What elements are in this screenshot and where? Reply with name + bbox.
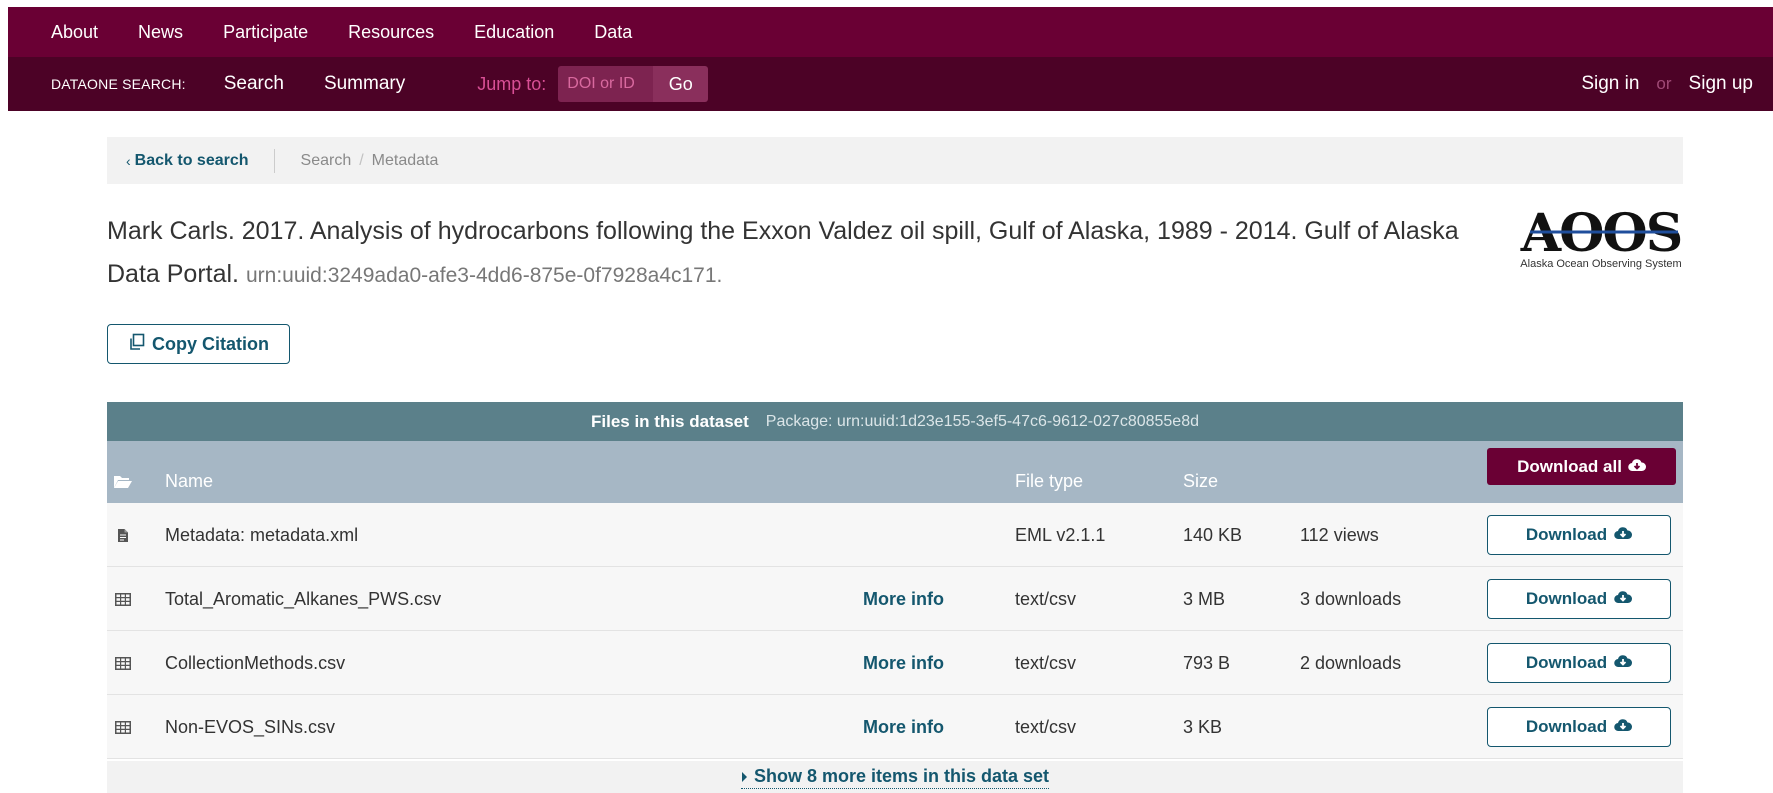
download-cell: Download [1487, 503, 1671, 567]
cloud-download-icon [1614, 717, 1633, 737]
cloud-download-icon [1628, 457, 1646, 477]
summary-link[interactable]: Summary [324, 73, 405, 95]
download-label: Download [1525, 717, 1608, 736]
file-size: 3 KB [1183, 716, 1223, 737]
column-size: Size [1183, 471, 1219, 491]
nav-resources[interactable]: Resources [348, 22, 434, 43]
dataone-search-label: DATAONE SEARCH: [51, 76, 186, 92]
breadcrumb-divider [273, 148, 275, 173]
table-row: Total_Aromatic_Alkanes_PWS.csv More info… [107, 567, 1683, 631]
column-file-type: File type [1015, 471, 1084, 491]
dataset-citation: Mark Carls. 2017. Analysis of hydrocarbo… [107, 210, 1507, 297]
file-stat: 112 views [1300, 524, 1379, 545]
more-info-link[interactable]: More info [863, 567, 944, 631]
download-button[interactable]: Download [1487, 707, 1671, 747]
nav-news[interactable]: News [138, 22, 183, 43]
auth-links: Sign in or Sign up [1581, 57, 1753, 111]
or-separator: or [1656, 74, 1672, 93]
copy-citation-button[interactable]: Copy Citation [107, 324, 290, 364]
download-cell: Download [1487, 695, 1671, 759]
table-row: Metadata: metadata.xml EML v2.1.1 140 KB… [107, 503, 1683, 567]
file-name: CollectionMethods.csv [165, 652, 346, 673]
logo-subtitle: Alaska Ocean Observing System [1520, 258, 1681, 270]
search-link[interactable]: Search [224, 73, 284, 95]
file-type: text/csv [1015, 652, 1077, 673]
more-info-link[interactable]: More info [863, 695, 944, 759]
file-name: Metadata: metadata.xml [165, 524, 359, 545]
breadcrumb-metadata: Metadata [371, 151, 439, 169]
show-more-link[interactable]: Show 8 more items in this data set [740, 765, 1050, 789]
file-stat: 3 downloads [1300, 588, 1402, 609]
citation-identifier: urn:uuid:3249ada0-afe3-4dd6-875e-0f7928a… [245, 264, 723, 287]
download-cell: Download [1487, 631, 1671, 695]
file-size: 140 KB [1183, 524, 1243, 545]
table-icon [113, 695, 133, 759]
download-label: Download [1525, 589, 1608, 608]
column-name: Name [165, 471, 214, 491]
document-icon [113, 503, 133, 567]
nav-data[interactable]: Data [594, 22, 632, 43]
chevron-left-icon: ‹ [126, 152, 131, 169]
back-to-search-link[interactable]: ‹ Back to search [126, 152, 249, 170]
package-identifier: Package: urn:uuid:1d23e155-3ef5-47c6-961… [765, 412, 1199, 430]
back-to-search-label: Back to search [134, 151, 249, 169]
jump-to-input[interactable] [558, 66, 654, 102]
show-more-bar: Show 8 more items in this data set [107, 761, 1683, 793]
table-icon [113, 567, 133, 631]
file-size: 793 B [1183, 652, 1231, 673]
file-name: Total_Aromatic_Alkanes_PWS.csv [165, 588, 442, 609]
show-more-label: Show 8 more items in this data set [753, 765, 1050, 786]
logo-mark: AOOS [1520, 205, 1682, 264]
file-type: text/csv [1015, 716, 1077, 737]
sign-up-link[interactable]: Sign up [1689, 73, 1753, 95]
jump-to-label: Jump to: [477, 73, 547, 94]
cloud-download-icon [1614, 589, 1633, 609]
download-button[interactable]: Download [1487, 515, 1671, 555]
breadcrumb-separator: / [359, 151, 364, 169]
file-size: 3 MB [1183, 588, 1226, 609]
folder-open-icon [113, 473, 133, 494]
go-button[interactable]: Go [653, 66, 709, 102]
aoos-logo: AOOS Alaska Ocean Observing System [1518, 205, 1684, 271]
nav-about[interactable]: About [51, 22, 98, 43]
files-title: Files in this dataset [591, 411, 749, 431]
nav-education[interactable]: Education [474, 22, 554, 43]
table-row: CollectionMethods.csv More info text/csv… [107, 631, 1683, 695]
copy-citation-label: Copy Citation [152, 333, 269, 354]
table-icon [113, 631, 133, 695]
sign-in-link[interactable]: Sign in [1581, 73, 1639, 95]
search-subnav: DATAONE SEARCH: Search Summary Jump to: … [8, 57, 1773, 111]
download-label: Download [1525, 653, 1608, 672]
download-all-label: Download all [1517, 456, 1622, 476]
download-cell: Download [1487, 567, 1671, 631]
download-button[interactable]: Download [1487, 579, 1671, 619]
file-stat: 2 downloads [1300, 652, 1402, 673]
cloud-download-icon [1614, 653, 1633, 673]
file-type: EML v2.1.1 [1015, 524, 1106, 545]
files-column-header: Name File type Size [107, 441, 1683, 503]
nav-participate[interactable]: Participate [223, 22, 308, 43]
files-table-header: Files in this dataset Package: urn:uuid:… [107, 402, 1683, 441]
cloud-download-icon [1614, 525, 1633, 545]
download-all-button[interactable]: Download all [1487, 448, 1676, 485]
download-label: Download [1525, 525, 1608, 544]
top-navigation: About News Participate Resources Educati… [8, 7, 1773, 57]
table-row: Non-EVOS_SINs.csv More info text/csv 3 K… [107, 695, 1683, 759]
breadcrumb: ‹ Back to search Search / Metadata [107, 137, 1683, 184]
file-type: text/csv [1015, 588, 1077, 609]
download-button[interactable]: Download [1487, 643, 1671, 683]
more-info-link[interactable]: More info [863, 631, 944, 695]
file-name: Non-EVOS_SINs.csv [165, 716, 336, 737]
breadcrumb-search[interactable]: Search [301, 152, 352, 170]
caret-right-icon [741, 766, 748, 787]
copy-icon [128, 333, 146, 356]
